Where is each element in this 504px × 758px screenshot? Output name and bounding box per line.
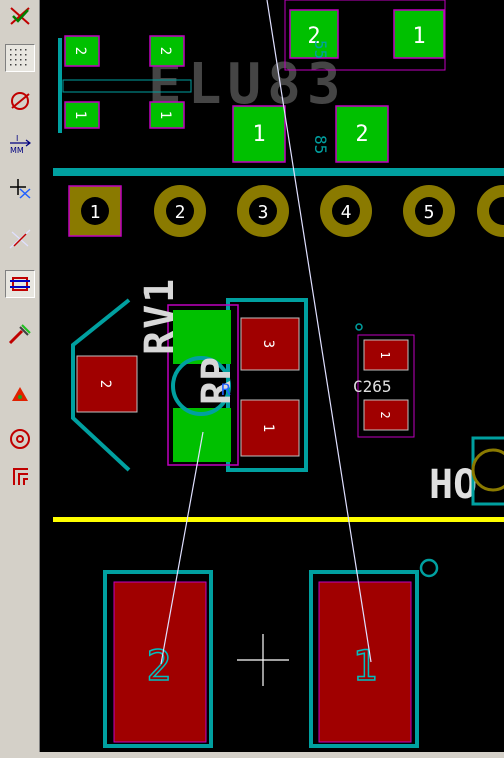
- rv1-pad-1-label: 1: [260, 424, 276, 432]
- header-pad-5-label: 5: [424, 202, 435, 223]
- c265-pad-1-label: 1: [378, 351, 392, 358]
- yellow-track: [53, 517, 504, 522]
- left-vertical-track: [58, 38, 62, 133]
- rp-silk-ref: RP: [194, 357, 240, 405]
- canvas-gutter: [40, 0, 53, 758]
- smd-pad-left-top-1-label: 2: [72, 47, 88, 55]
- rv1-pad-3-label: 3: [260, 340, 276, 348]
- c265-pad-2-label: 2: [378, 411, 392, 418]
- drc-check-icon: [10, 7, 30, 25]
- svg-text:I: I: [16, 134, 18, 143]
- zone-fill-icon: [12, 387, 28, 401]
- cursor-cross-icon: [10, 179, 31, 199]
- smd-top-pad-c-label: 1: [252, 122, 265, 147]
- large-pad-left-label: 2: [146, 641, 171, 690]
- via-sketch-icon: [10, 429, 30, 449]
- status-strip: [0, 752, 504, 758]
- fab-value-mid: 85: [311, 135, 330, 154]
- ratsnest-icon: [9, 229, 31, 249]
- grid-toggle-button[interactable]: [5, 44, 35, 72]
- rv1-pad-2-label: 2: [97, 380, 113, 388]
- grid-dots-icon: [10, 49, 27, 66]
- cursor-shape-button[interactable]: [5, 174, 35, 202]
- smd-top-pad-b-label: 1: [412, 24, 425, 49]
- units-mm-button[interactable]: I MM: [5, 130, 35, 158]
- drc-tool-button[interactable]: [5, 2, 35, 30]
- smd-top-pad-d-label: 2: [355, 122, 368, 147]
- header-pad-4-label: 4: [341, 202, 352, 223]
- zone-fill-button[interactable]: [5, 380, 35, 408]
- auto-delete-track-icon: [8, 324, 31, 345]
- fab-value-top: 55: [311, 40, 330, 59]
- pcb-canvas[interactable]: ELU83 2 1 2 1 2 1 1 2 55 85 1 2 3 4 5 2 …: [53, 0, 504, 752]
- hole-silk-ref: HO: [429, 462, 477, 508]
- svg-text:MM: MM: [10, 146, 24, 155]
- track-sketch-icon: [13, 468, 28, 485]
- rv1-silk-ref: RV1: [137, 277, 183, 355]
- polar-coords-button[interactable]: [5, 87, 35, 115]
- header-pad-3-label: 3: [258, 202, 269, 223]
- smd-pad-left-bottom-2-label: 1: [157, 111, 173, 119]
- smd-pad-left-bottom-1-label: 1: [72, 111, 88, 119]
- units-mm-icon: I MM: [10, 134, 31, 155]
- module-ratsnest-button[interactable]: [5, 270, 35, 298]
- c265-fab-ref: C265: [353, 377, 392, 396]
- smd-pad-left-top-2-label: 2: [157, 47, 173, 55]
- rv1-fab-ref: R: [221, 380, 231, 399]
- via-display-button[interactable]: [5, 425, 35, 453]
- header-pad-1-label: 1: [90, 202, 101, 223]
- polar-coords-icon: [11, 92, 30, 110]
- left-toolbar: I MM: [0, 0, 40, 758]
- track-display-button[interactable]: [5, 462, 35, 490]
- module-ratsnest-icon: [10, 277, 30, 291]
- ratsnest-button[interactable]: [5, 225, 35, 253]
- auto-delete-track-button[interactable]: [5, 320, 35, 348]
- large-pad-right-label: 1: [352, 641, 377, 690]
- edge-track-top: [53, 168, 504, 176]
- header-pad-2-label: 2: [175, 202, 186, 223]
